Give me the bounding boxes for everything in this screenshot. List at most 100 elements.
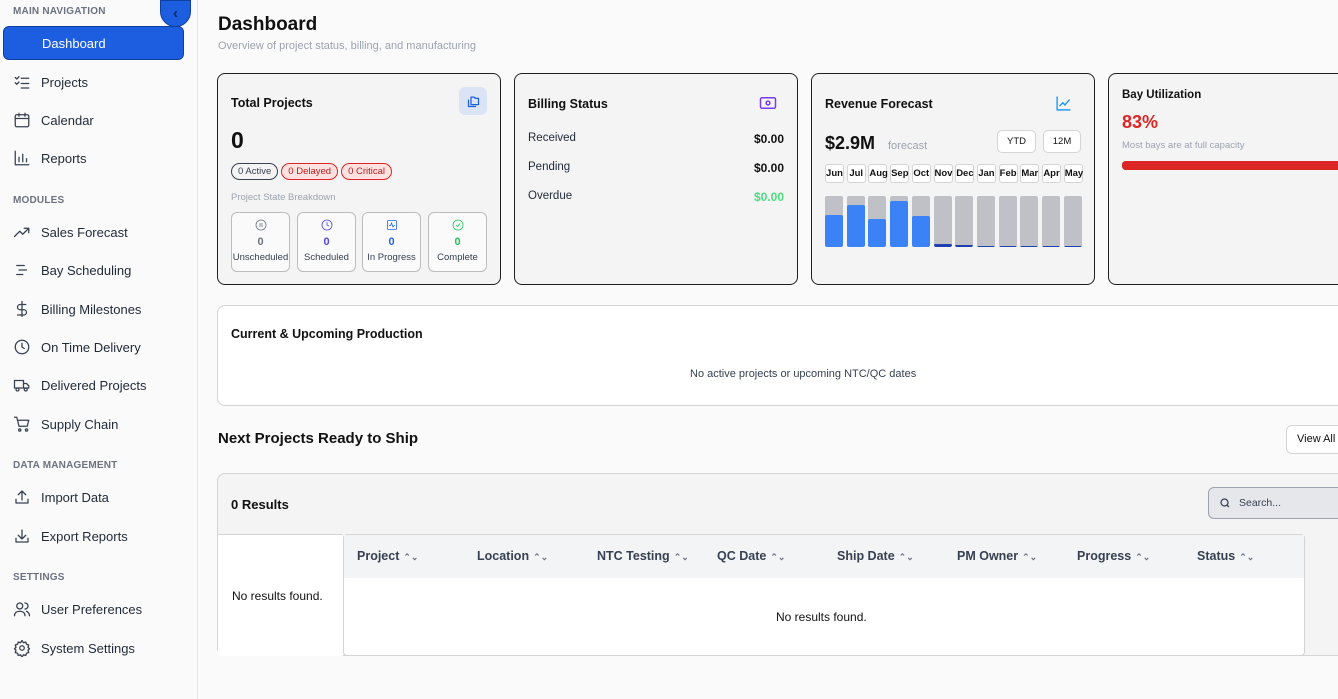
section-modules: MODULES bbox=[13, 195, 65, 206]
sidebar: MAIN NAVIGATION ‹ Dashboard Projects Cal… bbox=[0, 0, 198, 699]
month-label-nov[interactable]: Nov bbox=[933, 164, 953, 183]
column-header-qc-date[interactable]: QC Date ⌃⌄ bbox=[717, 549, 785, 563]
check-circle-icon bbox=[429, 219, 486, 233]
ytd-button[interactable]: YTD bbox=[997, 130, 1036, 153]
column-header-location[interactable]: Location ⌃⌄ bbox=[477, 549, 548, 563]
month-label-oct[interactable]: Oct bbox=[911, 164, 931, 183]
left-empty-text: No results found. bbox=[232, 589, 323, 603]
revenue-bar-jun bbox=[825, 196, 843, 247]
revenue-bar-apr bbox=[1042, 196, 1060, 247]
cart-icon bbox=[12, 414, 32, 434]
revenue-bar-mar bbox=[1020, 196, 1039, 247]
column-header-progress[interactable]: Progress ⌃⌄ bbox=[1077, 549, 1150, 563]
column-header-ntc-testing[interactable]: NTC Testing ⌃⌄ bbox=[597, 549, 689, 563]
sidebar-item-delivered-projects[interactable]: Delivered Projects bbox=[3, 368, 184, 402]
sidebar-item-sales-forecast[interactable]: Sales Forecast bbox=[3, 215, 184, 249]
month-label-apr[interactable]: Apr bbox=[1042, 164, 1061, 183]
card-title: Revenue Forecast bbox=[825, 97, 933, 111]
revenue-bar-fill bbox=[911, 216, 930, 247]
sidebar-item-on-time-delivery[interactable]: On Time Delivery bbox=[3, 330, 184, 364]
sidebar-item-billing-milestones[interactable]: Billing Milestones bbox=[3, 292, 184, 326]
sidebar-item-label: System Settings bbox=[41, 640, 135, 656]
sidebar-item-label: Calendar bbox=[41, 112, 94, 128]
card-title: Current & Upcoming Production bbox=[231, 327, 423, 341]
table-header: Project ⌃⌄ Location ⌃⌄ NTC Testing ⌃⌄ QC Da… bbox=[344, 535, 1304, 578]
month-label-jun[interactable]: Jun bbox=[825, 164, 844, 183]
active-chip: 0 Active bbox=[231, 163, 279, 180]
billing-label: Pending bbox=[528, 161, 571, 173]
billing-label: Overdue bbox=[528, 190, 573, 202]
column-header-status[interactable]: Status ⌃⌄ bbox=[1197, 549, 1254, 563]
sidebar-item-export-reports[interactable]: Export Reports bbox=[3, 519, 184, 553]
section-settings: SETTINGS bbox=[13, 572, 65, 583]
column-header-pm-owner[interactable]: PM Owner ⌃⌄ bbox=[957, 549, 1037, 563]
download-icon bbox=[12, 526, 32, 546]
revenue-amount: $2.9M bbox=[825, 133, 876, 153]
sidebar-item-label: Export Reports bbox=[41, 528, 128, 544]
collapse-sidebar-button[interactable]: ‹ bbox=[160, 0, 191, 27]
month-label-may[interactable]: May bbox=[1063, 164, 1083, 183]
column-header-project[interactable]: Project ⌃⌄ bbox=[357, 549, 418, 563]
bay-note: Most bays are at full capacity bbox=[1122, 140, 1245, 151]
month-label-jul[interactable]: Jul bbox=[846, 164, 866, 183]
revenue-bar-jan bbox=[976, 196, 995, 247]
sidebar-item-system-settings[interactable]: System Settings bbox=[3, 631, 184, 665]
revenue-bar-fill bbox=[1020, 245, 1039, 247]
sidebar-item-dashboard[interactable]: Dashboard bbox=[3, 26, 184, 60]
calendar-icon bbox=[12, 110, 32, 130]
table-empty-text: No results found. bbox=[776, 610, 867, 624]
main-content: Dashboard Overview of project status, bi… bbox=[198, 0, 1338, 699]
sidebar-item-projects[interactable]: Projects bbox=[3, 65, 184, 99]
12m-button[interactable]: 12M bbox=[1043, 130, 1081, 153]
sidebar-item-label: Delivered Projects bbox=[41, 377, 147, 393]
banknote-icon bbox=[759, 96, 777, 115]
column-label: Project bbox=[357, 549, 400, 563]
revenue-bar-fill bbox=[890, 201, 909, 247]
month-label-dec[interactable]: Dec bbox=[955, 164, 975, 183]
bay-utilization-card: Bay Utilization 83% Most bays are at ful… bbox=[1108, 73, 1338, 285]
revenue-bar-fill bbox=[998, 245, 1017, 247]
card-title: Bay Utilization bbox=[1122, 89, 1202, 101]
column-label: PM Owner bbox=[957, 549, 1019, 563]
month-label-feb[interactable]: Feb bbox=[998, 164, 1018, 183]
revenue-bar-fill bbox=[825, 215, 843, 247]
sidebar-item-label: Billing Milestones bbox=[41, 301, 142, 317]
column-header-ship-date[interactable]: Ship Date ⌃⌄ bbox=[837, 549, 914, 563]
section-main-navigation: MAIN NAVIGATION bbox=[13, 6, 106, 17]
revenue-bar-may bbox=[1063, 196, 1082, 247]
month-label-jan[interactable]: Jan bbox=[976, 164, 996, 183]
month-label-aug[interactable]: Aug bbox=[868, 164, 888, 183]
section-data-management: DATA MANAGEMENT bbox=[13, 460, 118, 471]
month-label-sep[interactable]: Sep bbox=[890, 164, 910, 183]
revenue-bar-sep bbox=[890, 196, 909, 247]
sidebar-item-import-data[interactable]: Import Data bbox=[3, 480, 184, 514]
billing-status-card: Billing Status Received $0.00 Pending $0… bbox=[514, 73, 798, 285]
revenue-bar-fill bbox=[933, 243, 952, 247]
billing-received-row: Received $0.00 bbox=[528, 132, 784, 146]
sidebar-item-bay-scheduling[interactable]: Bay Scheduling bbox=[3, 253, 184, 287]
bay-progress-fill bbox=[1122, 161, 1338, 170]
left-empty-panel: No results found. bbox=[218, 534, 343, 656]
sidebar-item-label: Projects bbox=[41, 74, 88, 90]
section-title: Next Projects Ready to Ship bbox=[218, 430, 419, 447]
production-empty-text: No active projects or upcoming NTC/QC da… bbox=[690, 368, 917, 380]
search-input[interactable]: Search... bbox=[1208, 487, 1338, 519]
list-check-icon bbox=[12, 72, 32, 92]
bar-chart-icon bbox=[12, 148, 32, 168]
sort-icon: ⌃⌄ bbox=[770, 552, 786, 562]
search-icon bbox=[1220, 498, 1230, 508]
view-all-button[interactable]: View All bbox=[1286, 425, 1338, 454]
month-label-mar[interactable]: Mar bbox=[1020, 164, 1040, 183]
column-label: Progress bbox=[1077, 549, 1132, 563]
revenue-bar-fill bbox=[868, 218, 887, 247]
sidebar-item-supply-chain[interactable]: Supply Chain bbox=[3, 407, 184, 441]
sidebar-item-reports[interactable]: Reports bbox=[3, 141, 184, 175]
pause-circle-icon bbox=[232, 219, 289, 233]
sidebar-item-label: Reports bbox=[41, 150, 87, 166]
state-label: In Progress bbox=[367, 252, 416, 263]
sidebar-item-user-preferences[interactable]: User Preferences bbox=[3, 592, 184, 626]
clock-icon bbox=[12, 337, 32, 357]
revenue-bar-oct bbox=[911, 196, 930, 247]
sidebar-item-calendar[interactable]: Calendar bbox=[3, 103, 184, 137]
column-label: NTC Testing bbox=[597, 549, 670, 563]
